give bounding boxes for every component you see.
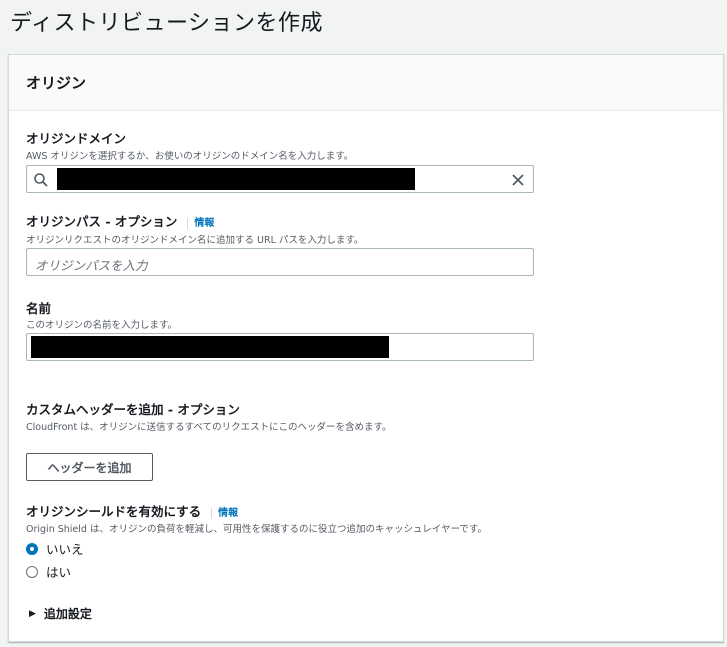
origin-shield-option-no-label: いいえ: [46, 542, 84, 557]
additional-settings-expander[interactable]: ▶ 追加設定: [29, 605, 92, 622]
origin-shield-option-yes[interactable]: はい: [26, 562, 71, 581]
origin-path-info-link[interactable]: 情報: [187, 218, 215, 229]
radio-unchecked[interactable]: [26, 565, 38, 578]
origin-shield-label-text: オリジンシールドを有効にする: [26, 504, 202, 519]
redacted-value: [57, 168, 415, 190]
origin-domain-input[interactable]: [26, 165, 534, 193]
page-title: ディストリビューションを作成: [10, 11, 324, 36]
origin-shield-option-yes-label: はい: [46, 565, 72, 580]
origin-path-label-text: オリジンパス - オプション: [26, 214, 178, 229]
origin-shield-option-no[interactable]: いいえ: [26, 539, 84, 558]
name-label: 名前: [26, 301, 52, 316]
caret-right-icon: ▶: [29, 608, 36, 619]
name-input[interactable]: [26, 333, 534, 361]
name-description: このオリジンの名前を入力します。: [26, 320, 178, 331]
origin-domain-label: オリジンドメイン: [26, 131, 127, 146]
custom-header-label: カスタムヘッダーを追加 - オプション: [26, 402, 240, 417]
additional-settings-label: 追加設定: [43, 607, 92, 621]
origin-shield-label: オリジンシールドを有効にする 情報: [26, 501, 239, 520]
origin-path-description: オリジンリクエストのオリジンドメイン名に追加する URL パスを入力します。: [26, 235, 364, 246]
origin-shield-info-link[interactable]: 情報: [211, 508, 239, 519]
origin-path-input[interactable]: オリジンパスを入力: [26, 248, 534, 276]
origin-path-placeholder: オリジンパスを入力: [35, 258, 148, 273]
origin-domain-description: AWS オリジンを選択するか、お使いのオリジンのドメイン名を入力します。: [26, 151, 354, 162]
origin-shield-description: Origin Shield は、オリジンの負荷を軽減し、可用性を保護するのに役立…: [26, 524, 487, 535]
origin-path-label: オリジンパス - オプション 情報: [26, 211, 215, 230]
add-header-button[interactable]: ヘッダーを追加: [26, 453, 153, 481]
panel-title: オリジン: [26, 74, 87, 92]
search-icon: [34, 173, 48, 187]
close-icon[interactable]: [509, 171, 527, 189]
origin-panel: オリジン オリジンドメイン AWS オリジンを選択するか、お使いのオリジンのドメ…: [8, 54, 724, 642]
redacted-value: [31, 336, 389, 358]
radio-checked[interactable]: [26, 542, 38, 555]
panel-header: [9, 55, 723, 111]
custom-header-description: CloudFront は、オリジンに送信するすべてのリクエストにこのヘッダーを含…: [26, 422, 392, 433]
